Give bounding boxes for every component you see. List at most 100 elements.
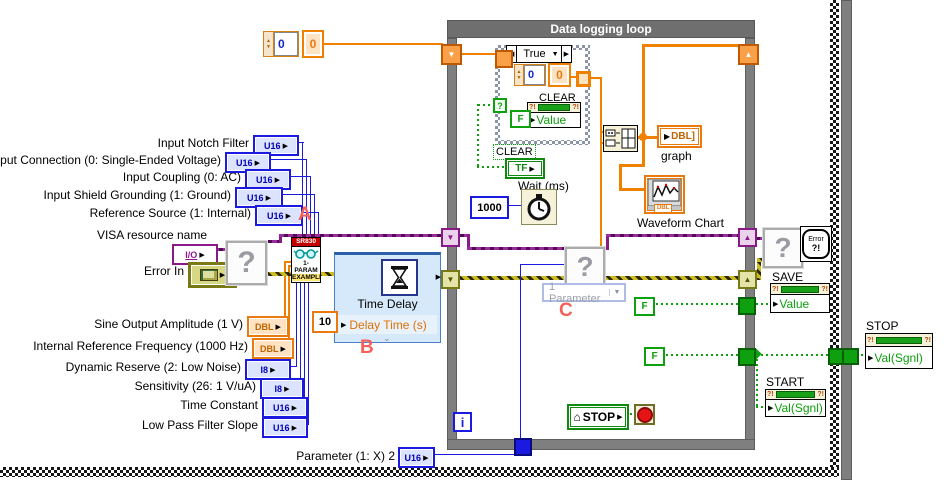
case-selector[interactable]: ◀ True ▼ ▶ (506, 45, 572, 63)
wire-param-h (431, 454, 521, 455)
graph-array-indicator[interactable]: ▶ DBL] (657, 125, 702, 148)
property-node-strip: ?!?! (866, 334, 932, 347)
start-property-node[interactable]: ?!?! ▶ Val(Sgnl) (765, 389, 826, 417)
wire-chart-1 (642, 139, 645, 167)
build-array-node[interactable] (603, 125, 638, 152)
case-numeric-control[interactable]: ▲ ▼ 0 (514, 64, 546, 86)
tunnel-parameter[interactable] (514, 438, 532, 456)
label-error-in: Error In (143, 264, 184, 278)
init-orange-constant[interactable]: 0 (302, 30, 324, 58)
wire-connection-v (306, 159, 307, 238)
case-false-constant[interactable]: F (510, 110, 531, 128)
label-low-pass-filter-slope: Low Pass Filter Slope (141, 418, 258, 432)
terminal-internal-reference-frequency[interactable]: DBL ▶ (252, 338, 294, 359)
sequence-border-bottom[interactable] (0, 467, 839, 477)
clear-terminal-label: CLEAR (493, 144, 536, 160)
wait-constant[interactable]: 1000 (470, 196, 509, 219)
case-selector-terminal[interactable]: ? (493, 98, 507, 113)
case-clear-property-node[interactable]: ?!?! ▶ Value (527, 102, 581, 128)
property-value-row[interactable]: ▶ Value (528, 113, 580, 127)
wire-shiftreg-case (458, 53, 496, 55)
parameter-dropdown-value: 1 Parameter (549, 280, 601, 305)
run-false-constant[interactable]: F (644, 347, 665, 366)
case-tunnel-in[interactable] (495, 50, 513, 68)
wire-sel-2 (477, 104, 479, 168)
case-next-arrow[interactable]: ▶ (560, 46, 571, 62)
block-diagram: Data logging loop ▼ ▲ ▼ ▼ ▲ ▲ ◀ True ▼ ▶… (0, 0, 950, 480)
chevron-down-icon[interactable]: ▼ (552, 51, 561, 58)
wire-sens-v (300, 283, 301, 386)
waveform-chart-terminal[interactable]: DBL (644, 175, 685, 214)
terminal-reference-source[interactable]: U16 ▶ (255, 205, 303, 226)
save-false-constant[interactable]: F (634, 297, 655, 316)
terminal-sensitivity[interactable]: I8 ▶ (260, 378, 304, 399)
label-visa-resource-name: VISA resource name (96, 228, 207, 242)
terminal-dynamic-reserve[interactable]: I8 ▶ (245, 359, 291, 380)
outer-loop-border[interactable] (841, 0, 852, 480)
shift-register-right[interactable]: ▲ (738, 44, 759, 65)
wire-visa-10 (606, 234, 740, 237)
property-value-row[interactable]: ▶ Value (771, 295, 829, 312)
house-icon: ⌂ (573, 410, 581, 424)
waveform-chart-icon (648, 179, 681, 206)
delay-constant[interactable]: 10 (312, 311, 338, 333)
tunnel-outer-run[interactable] (842, 348, 859, 365)
save-property-node[interactable]: ?!?! ▶ Value (770, 283, 830, 313)
parameter-dropdown[interactable]: 1 Parameter ▼ (542, 280, 626, 305)
case-tunnel-out[interactable] (576, 71, 591, 87)
property-value-row[interactable]: ▶ Val(Sgnl) (866, 347, 932, 368)
wire-sel-3 (477, 166, 506, 168)
simple-error-handler-vi[interactable]: Error ?! (800, 226, 832, 262)
terminal-sine-output-amplitude[interactable]: DBL ▶ (247, 316, 289, 337)
case-control-value[interactable]: 0 (524, 65, 545, 85)
open-instrument-vi[interactable]: ? (225, 240, 268, 286)
wire-grounding (279, 194, 315, 195)
terminal-low-pass-filter-slope[interactable]: U16 ▶ (262, 417, 308, 438)
time-delay-express-vi[interactable]: Time Delay ▶ Delay Time (s) ⌄ ▶ (334, 252, 441, 343)
stop-boolean-terminal[interactable]: ⌂ STOP ▶ (567, 404, 629, 430)
wire-chart-2 (619, 164, 645, 167)
expand-chevron-icon[interactable]: ⌄ (383, 333, 391, 344)
close-instrument-vi[interactable]: ? (762, 227, 804, 269)
case-orange-constant[interactable]: 0 (548, 63, 571, 87)
stop-property-node[interactable]: ?!?! ▶ Val(Sgnl) (865, 333, 933, 369)
tunnel-error-in[interactable]: ▼ (441, 270, 460, 289)
label-dynamic-reserve: Dynamic Reserve (2: Low Noise) (65, 360, 241, 374)
wire-sineamp-v (284, 261, 286, 324)
sr830-example-vi[interactable]: SR830 1-PARAM EXAMPLE (291, 237, 321, 283)
wire-param-v (520, 264, 521, 455)
tunnel-visa-out[interactable]: ▲ (738, 228, 757, 247)
tunnel-error-out[interactable]: ▲ (738, 270, 757, 289)
while-loop-border-bottom[interactable] (447, 439, 755, 450)
delay-time-row[interactable]: ▶ Delay Time (s) (338, 315, 437, 334)
property-value-row[interactable]: ▶ Val(Sgnl) (766, 400, 825, 416)
tunnel-visa-in[interactable]: ▼ (441, 228, 460, 247)
loop-condition-terminal[interactable] (634, 404, 655, 425)
start-node-label: START (766, 375, 805, 389)
stopwatch-icon (527, 194, 551, 221)
spinner-icon[interactable]: ▲ ▼ (264, 32, 274, 56)
terminal-time-constant[interactable]: U16 ▶ (262, 397, 308, 418)
iteration-terminal[interactable]: i (453, 412, 472, 432)
label-input-coupling: Input Coupling (0: AC) (122, 170, 241, 184)
annotation-a: A (298, 204, 312, 225)
wire-visa-7 (467, 247, 567, 250)
label-input-notch-filter: Input Notch Filter (157, 136, 249, 150)
dropdown-arrow-icon[interactable]: ▼ (609, 289, 624, 296)
terminal-parameter[interactable]: U16 ▶ (398, 447, 435, 468)
label-sine-output-amplitude: Sine Output Amplitude (1 V) (94, 317, 243, 331)
clear-boolean-terminal[interactable]: TF ▶ (505, 158, 545, 179)
label-internal-reference-frequency: Internal Reference Frequency (1000 Hz) (33, 339, 248, 353)
delay-time-label: Delay Time (s) (349, 317, 427, 332)
while-loop-label-bar[interactable]: Data logging loop (447, 20, 755, 38)
wait-ms-node[interactable] (521, 189, 557, 225)
shift-register-left[interactable]: ▼ (441, 44, 462, 65)
wire-timeconst-v (304, 283, 305, 405)
tunnel-run[interactable] (738, 348, 756, 366)
init-control-value[interactable]: 0 (274, 32, 298, 56)
while-loop-title: Data logging loop (550, 22, 652, 36)
tunnel-save[interactable] (738, 297, 756, 315)
hourglass-icon (391, 266, 408, 289)
init-numeric-control[interactable]: ▲ ▼ 0 (263, 31, 299, 57)
spinner-icon[interactable]: ▲ ▼ (515, 65, 524, 85)
